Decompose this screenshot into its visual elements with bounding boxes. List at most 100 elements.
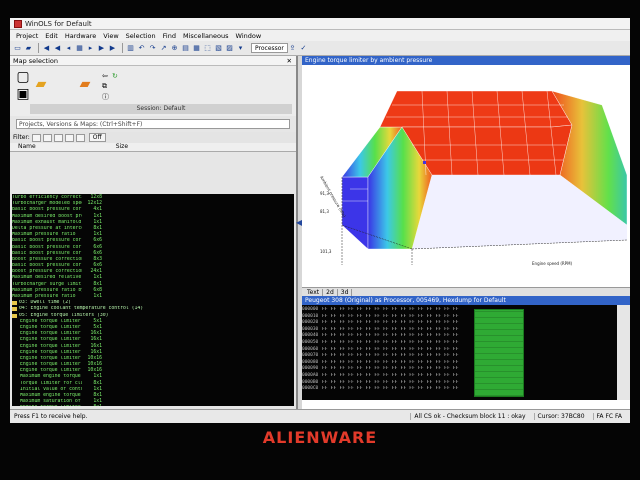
column-name[interactable]: Name: [18, 143, 36, 151]
close-icon[interactable]: ✕: [287, 56, 292, 65]
hex-bytes: FF FF FF FF FF FF FF FF FF FF FF FF FF F…: [322, 366, 459, 372]
status-right: All CS ok - Checksum block 11 : okay Cur…: [410, 413, 630, 420]
filter-row: Filter: Off: [10, 132, 296, 143]
first-icon[interactable]: ◀: [42, 44, 51, 53]
hex-row: 000050 FF FF FF FF FF FF FF FF FF FF FF F…: [302, 340, 630, 347]
hex-row: 000070 FF FF FF FF FF FF FF FF FF FF FF F…: [302, 353, 630, 360]
map-window-title: Engine torque limiter by ambient pressur…: [302, 56, 630, 65]
hex-scrollbar[interactable]: [617, 305, 630, 400]
hexdump-window-title: Peugeot 308 (Original) as Processor, 005…: [302, 296, 630, 305]
menu-window[interactable]: Window: [236, 32, 262, 40]
tab-text[interactable]: Text: [304, 288, 324, 296]
hex-bytes: FF FF FF FF FF FF FF FF FF FF FF FF FF F…: [322, 313, 459, 319]
tab-2d[interactable]: 2d: [323, 288, 338, 296]
list-item-size: [259, 313, 279, 319]
hex-bytes: FF FF FF FF FF FF FF FF FF FF FF FF FF F…: [322, 307, 459, 312]
hex-address: 000090: [302, 366, 319, 372]
copy-icon[interactable]: ⧉: [102, 82, 110, 90]
hexdump-area[interactable]: 000000 FF FF FF FF FF FF FF FF FF FF FF F…: [302, 305, 630, 400]
filter-curve-icon[interactable]: [75, 133, 85, 142]
menu-miscellaneous[interactable]: Miscellaneous: [183, 32, 229, 40]
zoom-icon[interactable]: ⊕: [170, 44, 179, 53]
menu-edit[interactable]: Edit: [45, 32, 58, 40]
title-bar: WinOLS for Default: [10, 18, 630, 30]
winols-screen: WinOLS for Default Project Edit Hardware…: [10, 18, 630, 423]
new-icon[interactable]: ▭: [13, 44, 22, 53]
hex-address: 000000: [302, 307, 319, 312]
hex-bytes: FF FF FF FF FF FF FF FF FF FF FF FF FF F…: [322, 320, 459, 326]
menu-hardware[interactable]: Hardware: [65, 32, 96, 40]
status-help-text: Press F1 to receive help.: [14, 413, 88, 420]
window-title: WinOLS for Default: [25, 19, 92, 28]
hex-row: 000090 FF FF FF FF FF FF FF FF FF FF FF F…: [302, 366, 630, 373]
arrow-icon[interactable]: ↗: [159, 44, 168, 53]
filter-map-icon[interactable]: [64, 133, 74, 142]
prev-icon[interactable]: ◂: [64, 44, 73, 53]
filter-text-icon[interactable]: [31, 133, 41, 142]
list-header: Name Size: [10, 143, 296, 152]
hex-address: 0000A0: [302, 372, 319, 378]
hex-bytes: FF FF FF FF FF FF FF FF FF FF FF FF FF F…: [322, 353, 459, 359]
list-item[interactable]: Engine torque limiter8x1: [12, 405, 294, 406]
projects-search-input[interactable]: Projects, Versions & Maps: (Ctrl+Shift+F…: [16, 119, 290, 129]
next-icon[interactable]: ▸: [86, 44, 95, 53]
redo-icon[interactable]: ↷: [148, 44, 157, 53]
hex-row: 000030 FF FF FF FF FF FF FF FF FF FF FF F…: [302, 327, 630, 334]
hex-bytes: FF FF FF FF FF FF FF FF FF FF FF FF FF F…: [322, 379, 459, 385]
menu-view[interactable]: View: [103, 32, 118, 40]
session-label: Session: Default: [30, 104, 292, 114]
hex-row: 000060 FF FF FF FF FF FF FF FF FF FF FF F…: [302, 347, 630, 354]
column-size[interactable]: Size: [116, 143, 128, 151]
hex-row: 000000 FF FF FF FF FF FF FF FF FF FF FF F…: [302, 307, 630, 314]
hex-bytes: FF FF FF FF FF FF FF FF FF FF FF FF FF F…: [322, 346, 459, 352]
dropdown-arrow-icon[interactable]: ▾: [236, 44, 245, 53]
open-icon[interactable]: ▰: [24, 44, 33, 53]
grid-view-icon[interactable]: ▦: [192, 44, 201, 53]
filter-a-icon[interactable]: [42, 133, 52, 142]
list-item-name: Engine torque limiter: [12, 405, 82, 406]
folder-arrow-icon[interactable]: ▰: [76, 76, 94, 92]
view-tabs: Text 2d 3d: [302, 287, 630, 296]
tab-3d[interactable]: 3d: [338, 288, 353, 296]
map-selection-pane: Map selection ✕ ▢ ▣ ▰ ▰ ⇦ ↻ ⧉ ⓘ Session:…: [10, 56, 298, 409]
select-icon[interactable]: ⬚: [203, 44, 212, 53]
refresh-icon[interactable]: ↻: [112, 72, 120, 80]
checksum-icon[interactable]: ✓: [299, 44, 308, 53]
menu-find[interactable]: Find: [163, 32, 176, 40]
filter-num-icon[interactable]: [53, 133, 63, 142]
bar-chart-icon[interactable]: ▥: [126, 44, 135, 53]
winols-app-icon: [14, 19, 22, 28]
selected-data-block[interactable]: [474, 309, 524, 397]
map-icon[interactable]: ▧: [214, 44, 223, 53]
save-icon[interactable]: ▣: [14, 86, 32, 102]
hex-bytes: FF FF FF FF FF FF FF FF FF FF FF FF FF F…: [322, 359, 459, 365]
last-icon[interactable]: ▶: [108, 44, 117, 53]
filter-off-toggle[interactable]: Off: [88, 133, 106, 142]
status-flags: FA FC FA: [592, 413, 622, 420]
info-icon[interactable]: ⓘ: [102, 92, 110, 101]
3d-map-graph[interactable]: 91,3 81,3 101,3 Ambient pressure (hPa) E…: [302, 65, 630, 287]
menu-selection[interactable]: Selection: [126, 32, 156, 40]
import-icon[interactable]: ⇦: [102, 72, 110, 80]
hex-bytes: FF FF FF FF FF FF FF FF FF FF FF FF FF F…: [322, 326, 459, 332]
new-project-icon[interactable]: ▢: [14, 69, 32, 85]
grid-icon[interactable]: ▦: [75, 44, 84, 53]
monitor-brand-logo: ALIENWARE: [262, 428, 378, 447]
open-folder-icon[interactable]: ▰: [32, 76, 50, 92]
y-tick-0: 101,3: [320, 249, 332, 254]
next-page-icon[interactable]: ▶: [97, 44, 106, 53]
3d-surface-chart[interactable]: 91,3 81,3 101,3 Ambient pressure (hPa) E…: [302, 65, 630, 287]
processor-dropdown[interactable]: Processor: [251, 43, 288, 53]
prev-page-icon[interactable]: ◀: [53, 44, 62, 53]
hex-bytes: FF FF FF FF FF FF FF FF FF FF FF FF FF F…: [322, 333, 459, 339]
export-icon[interactable]: ⇪: [288, 44, 297, 53]
hex-row: 000040 FF FF FF FF FF FF FF FF FF FF FF F…: [302, 333, 630, 340]
hex-row: 0000A0 FF FF FF FF FF FF FF FF FF FF FF F…: [302, 373, 630, 380]
table-icon[interactable]: ▤: [181, 44, 190, 53]
compare-icon[interactable]: ▨: [225, 44, 234, 53]
undo-icon[interactable]: ↶: [137, 44, 146, 53]
menu-project[interactable]: Project: [16, 32, 38, 40]
hex-address: 000020: [302, 320, 319, 326]
hex-row: 0000B0 FF FF FF FF FF FF FF FF FF FF FF F…: [302, 380, 630, 387]
hex-address: 000050: [302, 339, 319, 345]
